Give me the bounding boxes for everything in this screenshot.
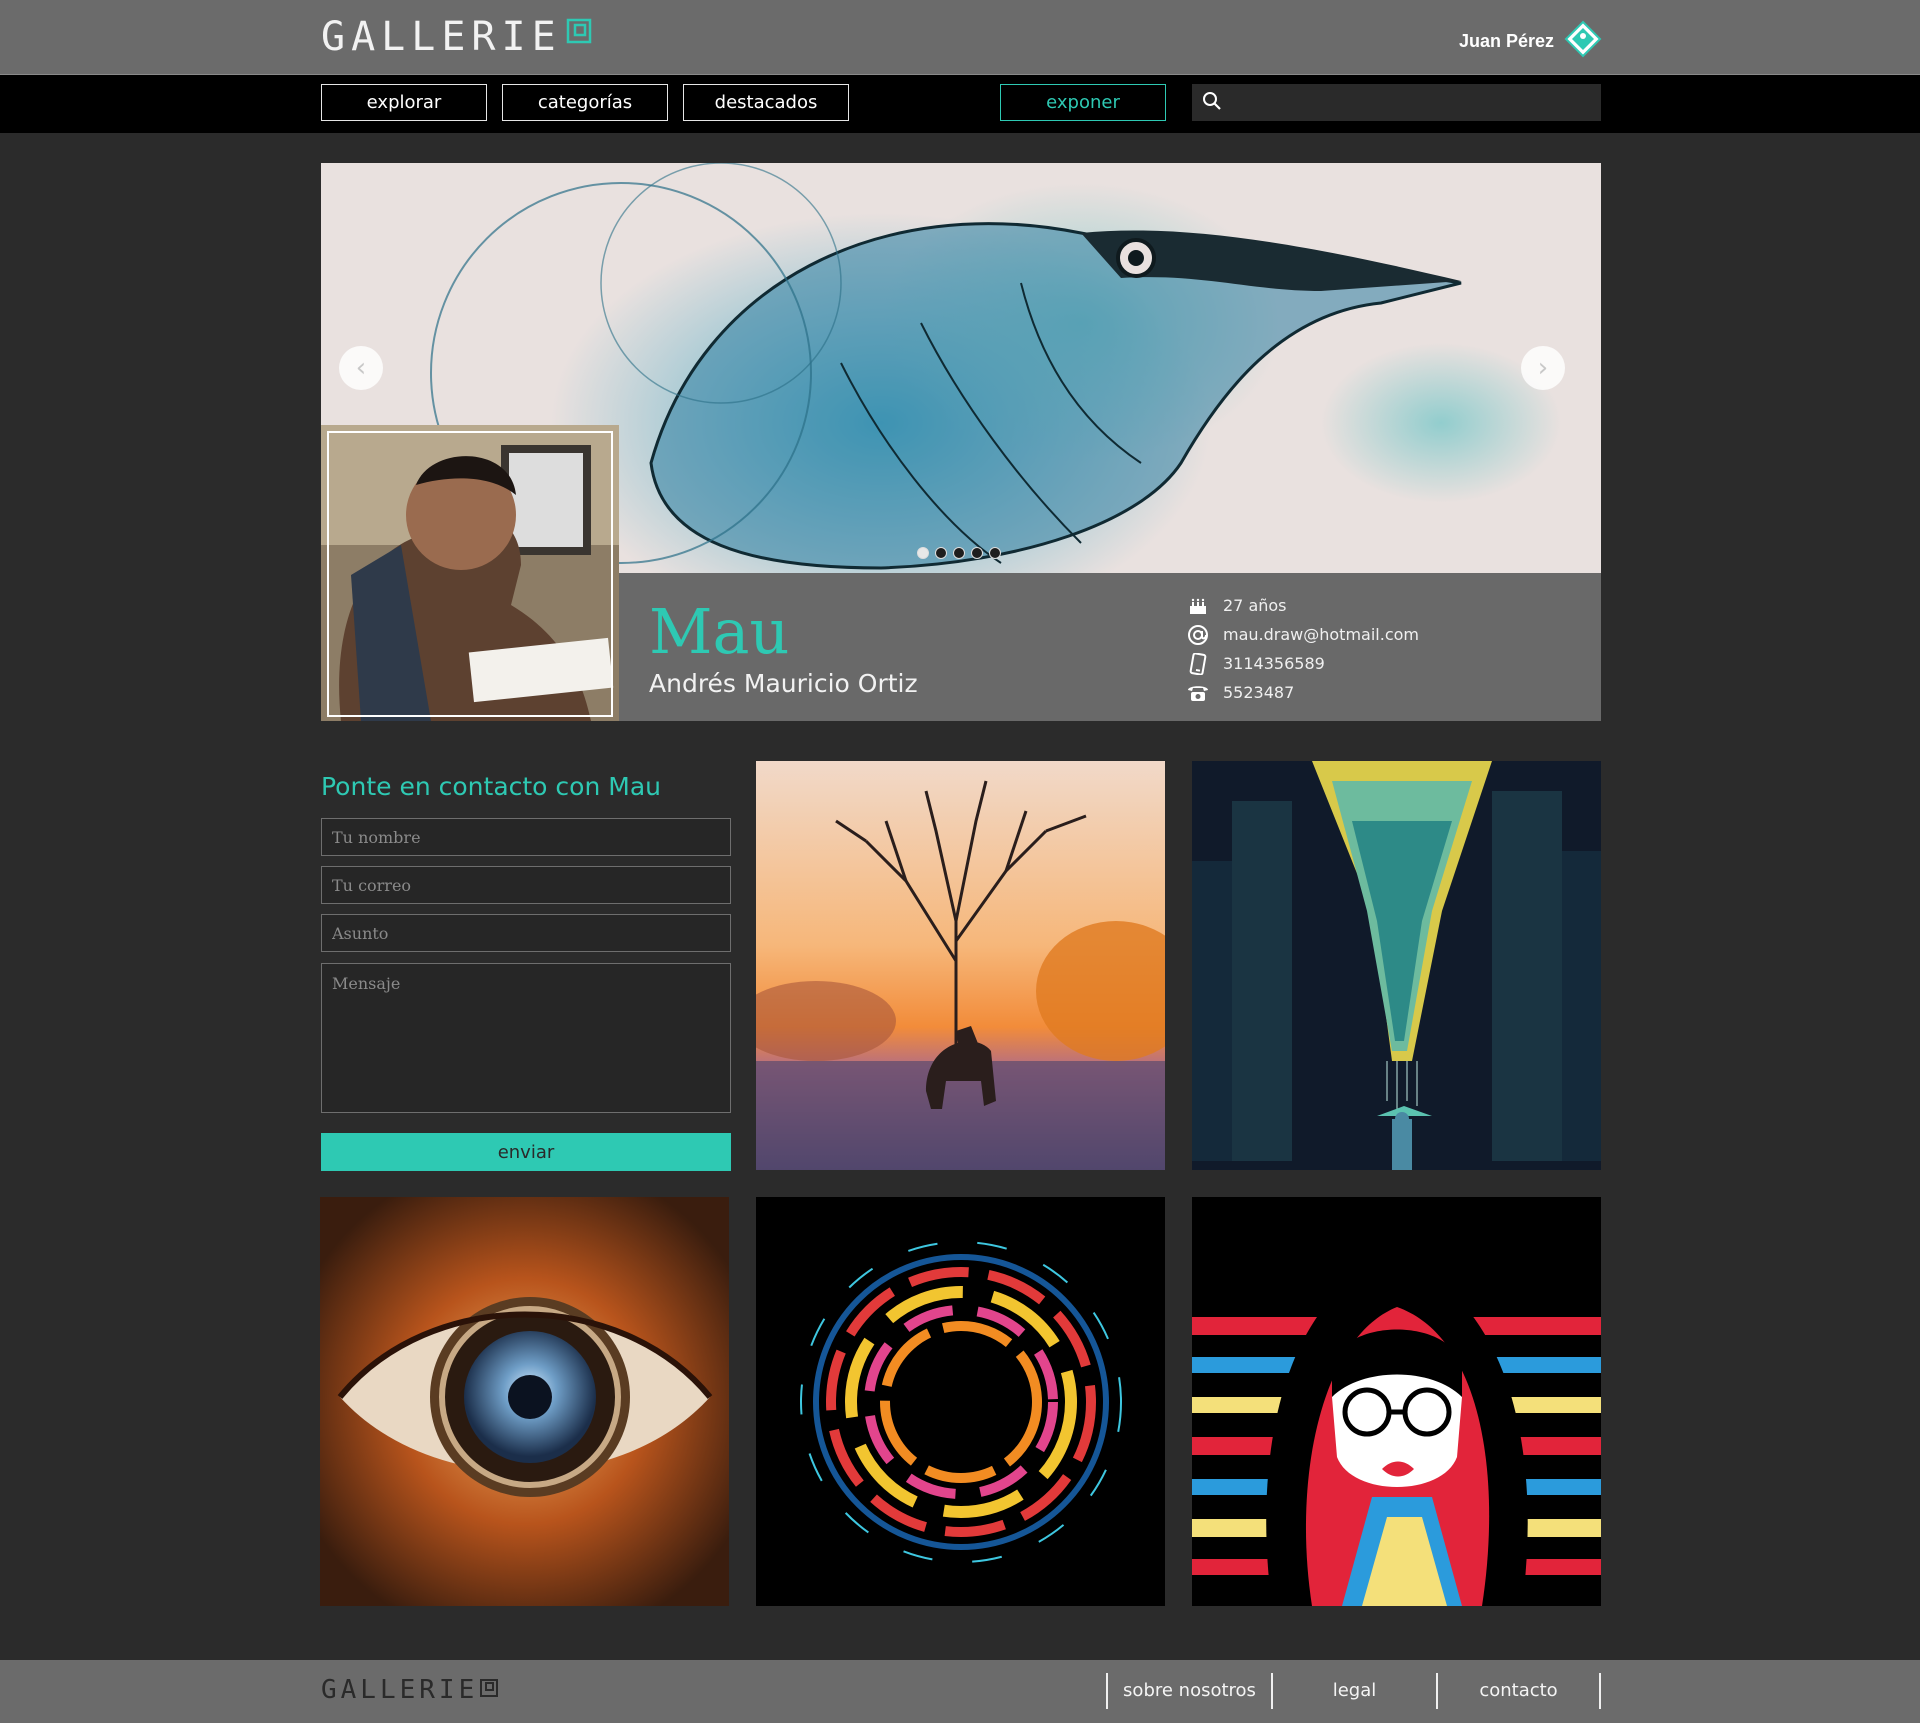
user-menu[interactable]: Juan Pérez xyxy=(1459,20,1602,62)
artist-mobile: 3114356589 xyxy=(1223,654,1325,673)
nav-destacados-button[interactable]: destacados xyxy=(683,84,849,121)
artist-age: 27 años xyxy=(1223,596,1287,615)
search-icon[interactable] xyxy=(1202,91,1222,115)
artist-info-panel: Mau Andrés Mauricio Ortiz 27 años mau.dr… xyxy=(619,573,1601,721)
name-input[interactable] xyxy=(321,818,731,856)
mobile-phone-icon xyxy=(1187,652,1209,675)
artwork-pop-portrait-tile[interactable] xyxy=(1192,1197,1601,1606)
search-bar xyxy=(1192,84,1601,121)
footer-brand-name: GALLERIE xyxy=(321,1675,479,1705)
carousel-prev-button[interactable]: ‹ xyxy=(339,346,383,390)
footer: GALLERIE sobre nosotros legal contacto xyxy=(0,1660,1920,1723)
user-name: Juan Pérez xyxy=(1458,30,1554,51)
telephone-icon xyxy=(1187,682,1209,704)
birthday-cake-icon xyxy=(1187,595,1209,617)
nav-categorias-button[interactable]: categorías xyxy=(502,84,668,121)
contact-form-title: Ponte en contacto con Mau xyxy=(321,772,661,801)
artist-portrait-image xyxy=(321,425,619,721)
at-sign-icon xyxy=(1187,624,1209,646)
header: GALLERIE Juan Pérez xyxy=(0,0,1920,75)
user-avatar-icon[interactable] xyxy=(1564,20,1602,62)
artwork-color-vortex-tile[interactable] xyxy=(756,1197,1165,1606)
send-button[interactable]: enviar xyxy=(321,1133,731,1171)
expose-button[interactable]: exponer xyxy=(1000,84,1166,121)
artist-full-name: Andrés Mauricio Ortiz xyxy=(649,669,918,698)
footer-link-about[interactable]: sobre nosotros xyxy=(1106,1673,1271,1709)
carousel-dot[interactable] xyxy=(971,547,983,559)
footer-logo-mark-icon xyxy=(478,1677,500,1703)
featured-artist-carousel: ‹ › Mau Andrés Mauricio Ortiz 27 años ma… xyxy=(321,163,1601,721)
footer-brand-logo[interactable]: GALLERIE xyxy=(321,1675,500,1705)
footer-link-contact[interactable]: contacto xyxy=(1436,1673,1601,1709)
logo-mark-icon xyxy=(564,17,594,47)
brand-logo[interactable]: GALLERIE xyxy=(321,14,594,60)
artist-contact-list: 27 años mau.draw@hotmail.com 3114356589 … xyxy=(1187,591,1419,707)
artist-mobile-row: 3114356589 xyxy=(1187,649,1419,678)
carousel-dot[interactable] xyxy=(917,547,929,559)
carousel-next-button[interactable]: › xyxy=(1521,346,1565,390)
nav-explorar-button[interactable]: explorar xyxy=(321,84,487,121)
subject-input[interactable] xyxy=(321,914,731,952)
carousel-dot[interactable] xyxy=(989,547,1001,559)
main-nav: explorar categorías destacados exponer xyxy=(0,75,1920,133)
email-input[interactable] xyxy=(321,866,731,904)
footer-links: sobre nosotros legal contacto xyxy=(1106,1673,1601,1709)
artist-phone: 5523487 xyxy=(1223,683,1295,702)
artist-nickname: Mau xyxy=(649,595,790,668)
carousel-dots xyxy=(917,547,1001,559)
artwork-city-tile[interactable] xyxy=(1192,761,1601,1170)
artist-email-row: mau.draw@hotmail.com xyxy=(1187,620,1419,649)
search-input[interactable] xyxy=(1232,84,1601,121)
message-textarea[interactable] xyxy=(321,963,731,1113)
footer-link-legal[interactable]: legal xyxy=(1271,1673,1436,1709)
artwork-deer-tile[interactable] xyxy=(756,761,1165,1170)
portrait-frame xyxy=(327,431,613,717)
artist-phone-row: 5523487 xyxy=(1187,678,1419,707)
artist-email[interactable]: mau.draw@hotmail.com xyxy=(1223,625,1419,644)
brand-name: GALLERIE xyxy=(321,14,562,60)
artist-age-row: 27 años xyxy=(1187,591,1419,620)
carousel-dot[interactable] xyxy=(953,547,965,559)
carousel-dot[interactable] xyxy=(935,547,947,559)
artwork-mechanical-eye-tile[interactable] xyxy=(320,1197,729,1606)
